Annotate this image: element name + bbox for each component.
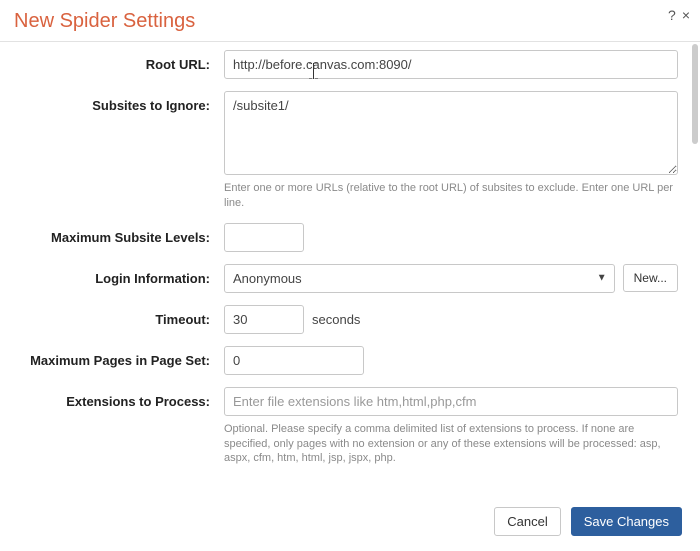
label-subsites: Subsites to Ignore: (14, 91, 224, 113)
form-body: Root URL: Subsites to Ignore: /subsite1/… (0, 44, 700, 491)
dialog-footer: Cancel Save Changes (0, 491, 700, 551)
label-login: Login Information: (14, 264, 224, 286)
row-timeout: Timeout: seconds (0, 299, 692, 340)
dialog-title-icons: ? × (668, 8, 690, 22)
row-extensions: Extensions to Process: Optional. Please … (0, 381, 692, 473)
row-max-pages: Maximum Pages in Page Set: (0, 340, 692, 381)
row-root-url: Root URL: (0, 44, 692, 85)
login-new-button[interactable]: New... (623, 264, 678, 292)
label-root-url: Root URL: (14, 50, 224, 72)
save-changes-button[interactable]: Save Changes (571, 507, 682, 536)
subsites-textarea[interactable]: /subsite1/ (224, 91, 678, 175)
extensions-helper: Optional. Please specify a comma delimit… (224, 422, 678, 467)
max-pages-input[interactable] (224, 346, 364, 375)
close-icon[interactable]: × (682, 8, 690, 22)
label-max-pages: Maximum Pages in Page Set: (14, 346, 224, 368)
timeout-input[interactable] (224, 305, 304, 334)
root-url-input[interactable] (224, 50, 678, 79)
dialog-title: New Spider Settings (14, 10, 686, 33)
help-icon[interactable]: ? (668, 8, 676, 22)
label-timeout: Timeout: (14, 305, 224, 327)
title-divider (0, 41, 700, 42)
extensions-input[interactable] (224, 387, 678, 416)
timeout-unit: seconds (312, 312, 360, 327)
row-subsites: Subsites to Ignore: /subsite1/ Enter one… (0, 85, 692, 217)
cancel-button[interactable]: Cancel (494, 507, 560, 536)
max-levels-input[interactable] (224, 223, 304, 252)
dialog-title-bar: New Spider Settings ? × (0, 0, 700, 39)
subsites-helper: Enter one or more URLs (relative to the … (224, 181, 678, 211)
row-max-levels: Maximum Subsite Levels: (0, 217, 692, 258)
label-max-levels: Maximum Subsite Levels: (14, 223, 224, 245)
dialog-new-spider-settings: New Spider Settings ? × Root URL: (0, 0, 700, 551)
row-login: Login Information: Anonymous ▼ New... (0, 258, 692, 299)
label-extensions: Extensions to Process: (14, 387, 224, 409)
login-select[interactable]: Anonymous (224, 264, 615, 293)
